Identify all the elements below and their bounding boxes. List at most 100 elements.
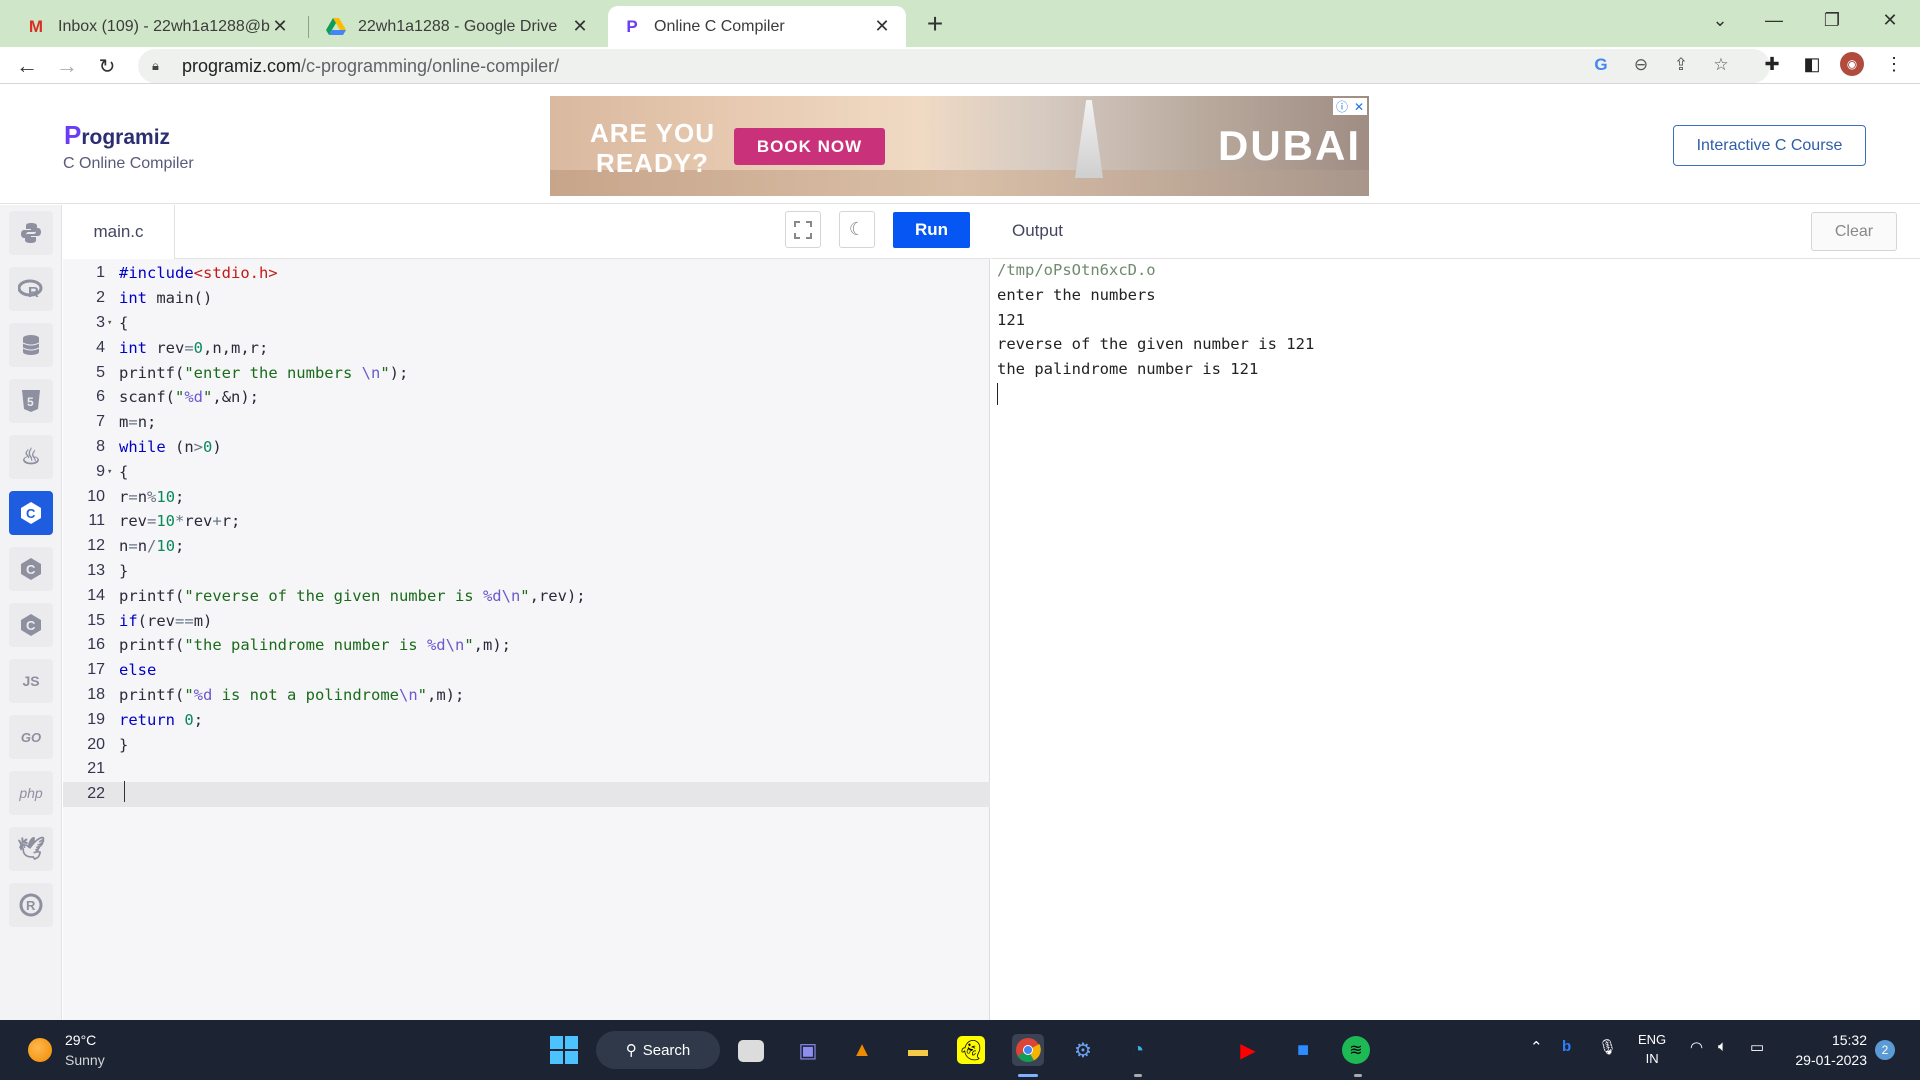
code-line[interactable]: 15 if(rev==m): [63, 608, 990, 633]
sql-icon[interactable]: [9, 323, 53, 367]
tab-gmail[interactable]: M Inbox (109) - 22wh1a1288@bvrit ✕: [12, 6, 304, 47]
zoom-icon[interactable]: ⊖: [1628, 52, 1654, 78]
zoom-icon[interactable]: ■: [1287, 1034, 1319, 1066]
address-bar[interactable]: 🔒︎ programiz.com/c-programming/online-co…: [138, 49, 1770, 83]
profile-avatar[interactable]: ◉: [1840, 52, 1864, 76]
dark-mode-moon-icon[interactable]: ☾: [839, 211, 875, 248]
show-hidden-icons-chevron-icon[interactable]: ⌃: [1530, 1038, 1543, 1056]
close-tab-icon[interactable]: ✕: [872, 16, 892, 37]
code-line[interactable]: 19 return 0;: [63, 707, 990, 732]
code-line[interactable]: 16 printf("the palindrome number is %d\n"…: [63, 633, 990, 658]
code-line[interactable]: 21: [63, 757, 990, 782]
code-line[interactable]: 4 int rev=0,n,m,r;: [63, 335, 990, 360]
input-language-indicator[interactable]: ENG IN: [1638, 1030, 1666, 1068]
new-tab-button[interactable]: +: [922, 8, 948, 40]
windows-start-icon[interactable]: [548, 1034, 580, 1066]
clear-button[interactable]: Clear: [1811, 212, 1897, 251]
code-line[interactable]: 17 else: [63, 658, 990, 683]
browser-toolbar: ← → ↻ 🔒︎ programiz.com/c-programming/onl…: [0, 47, 1920, 84]
html5-icon[interactable]: 5: [9, 379, 53, 423]
close-tab-icon[interactable]: ✕: [270, 16, 290, 37]
bookmark-star-icon[interactable]: ☆: [1708, 52, 1734, 78]
teams-chat-icon[interactable]: ▣: [792, 1034, 824, 1066]
code-line[interactable]: 5 printf("enter the numbers \n");: [63, 360, 990, 385]
code-line[interactable]: 2 int main(): [63, 286, 990, 311]
edge-icon[interactable]: ◔: [1122, 1034, 1154, 1066]
vlc-icon[interactable]: ▲: [846, 1034, 878, 1066]
spotify-icon[interactable]: ≋: [1342, 1036, 1370, 1064]
task-view-icon[interactable]: [738, 1040, 764, 1062]
system-clock[interactable]: 15:32 29-01-2023: [1787, 1030, 1867, 1070]
file-tab-main-c[interactable]: main.c: [63, 205, 175, 259]
code-line[interactable]: 7 m=n;: [63, 410, 990, 435]
code-line[interactable]: 12 n=n/10;: [63, 534, 990, 559]
code-line[interactable]: 1 #include<stdio.h>: [63, 261, 990, 286]
wifi-icon[interactable]: ◠: [1690, 1038, 1703, 1056]
chrome-icon[interactable]: [1012, 1034, 1044, 1066]
r-icon[interactable]: R: [9, 267, 53, 311]
google-lens-icon[interactable]: G: [1588, 52, 1614, 78]
ad-choices-icon[interactable]: ⓘ ✕: [1333, 98, 1367, 115]
extensions-puzzle-icon[interactable]: ✚: [1760, 52, 1784, 76]
programiz-logo[interactable]: Programiz: [64, 120, 170, 151]
php-icon[interactable]: php: [9, 771, 53, 815]
run-button[interactable]: Run: [893, 212, 970, 248]
go-icon[interactable]: GO: [9, 715, 53, 759]
fullscreen-icon[interactable]: [785, 211, 821, 248]
side-panel-icon[interactable]: ◧: [1800, 52, 1824, 76]
code-line[interactable]: 10 r=n%10;: [63, 484, 990, 509]
python-icon[interactable]: [9, 211, 53, 255]
ad-book-now-button[interactable]: BOOK NOW: [734, 128, 885, 165]
weather-temperature[interactable]: 29°C: [65, 1032, 96, 1048]
tab-search-chevron-icon[interactable]: ⌄: [1692, 4, 1748, 36]
taskbar-search[interactable]: ⚲ Search: [596, 1031, 720, 1069]
forward-button[interactable]: →: [50, 49, 84, 83]
line-number: 15: [87, 611, 105, 629]
close-tab-icon[interactable]: ✕: [570, 16, 590, 37]
code-line[interactable]: 14 printf("reverse of the given number is…: [63, 583, 990, 608]
tab-online-c-compiler[interactable]: P Online C Compiler ✕: [608, 6, 906, 47]
notification-badge[interactable]: 2: [1875, 1040, 1895, 1060]
advertisement-banner[interactable]: ARE YOU READY? BOOK NOW DUBAI ⓘ ✕: [550, 96, 1369, 196]
swift-icon[interactable]: 🕊︎: [9, 827, 53, 871]
interactive-c-course-button[interactable]: Interactive C Course: [1673, 125, 1866, 166]
volume-icon[interactable]: 🔈︎: [1718, 1038, 1727, 1055]
code-line[interactable]: 8 while (n>0): [63, 435, 990, 460]
microphone-icon[interactable]: 🎙︎: [1598, 1038, 1617, 1056]
code-line[interactable]: 9 ▾{: [63, 459, 990, 484]
lock-icon[interactable]: 🔒︎: [152, 58, 172, 74]
output-console[interactable]: /tmp/oPsOtn6xcD.o enter the numbers 121 rev…: [991, 259, 1920, 1020]
youtube-icon[interactable]: ▶: [1232, 1034, 1264, 1066]
reload-button[interactable]: ↻: [90, 49, 124, 83]
snapchat-icon[interactable]: 👻︎: [957, 1036, 985, 1064]
code-editor[interactable]: 1 #include<stdio.h> 2 int main() 3 ▾{4 int rev…: [63, 259, 990, 1020]
sun-weather-icon[interactable]: [28, 1038, 52, 1062]
code-line[interactable]: 22: [63, 781, 990, 807]
file-explorer-icon[interactable]: ▬: [902, 1034, 934, 1066]
c-icon[interactable]: C: [9, 491, 53, 535]
csharp-icon[interactable]: C: [9, 603, 53, 647]
java-icon[interactable]: ♨: [9, 435, 53, 479]
code-line[interactable]: 20}: [63, 732, 990, 757]
code-line[interactable]: 6 scanf("%d",&n);: [63, 385, 990, 410]
fold-arrow-icon[interactable]: ▾: [105, 467, 119, 477]
javascript-icon[interactable]: JS: [9, 659, 53, 703]
tab-google-drive[interactable]: 22wh1a1288 - Google Drive ✕: [312, 6, 604, 47]
cpp-icon[interactable]: C: [9, 547, 53, 591]
restore-button[interactable]: ❐: [1804, 4, 1860, 36]
back-button[interactable]: ←: [10, 49, 44, 83]
close-window-button[interactable]: ✕: [1862, 4, 1918, 36]
minimize-button[interactable]: —: [1746, 4, 1802, 36]
code-line[interactable]: 3 ▾{: [63, 311, 990, 336]
browser-menu-icon[interactable]: ⋮: [1882, 52, 1906, 76]
code-line[interactable]: 11 rev=10*rev+r;: [63, 509, 990, 534]
battery-icon[interactable]: ▭: [1750, 1038, 1764, 1056]
rust-icon[interactable]: R: [9, 883, 53, 927]
control-panel-icon[interactable]: ⚙: [1067, 1034, 1099, 1066]
code-line[interactable]: 13}: [63, 559, 990, 584]
code-line[interactable]: 18 printf("%d is not a polindrome\n",m);: [63, 683, 990, 708]
weather-condition[interactable]: Sunny: [65, 1052, 105, 1068]
fold-arrow-icon[interactable]: ▾: [105, 318, 119, 328]
share-icon[interactable]: ⇪: [1668, 52, 1694, 78]
bing-icon[interactable]: b: [1562, 1038, 1571, 1055]
